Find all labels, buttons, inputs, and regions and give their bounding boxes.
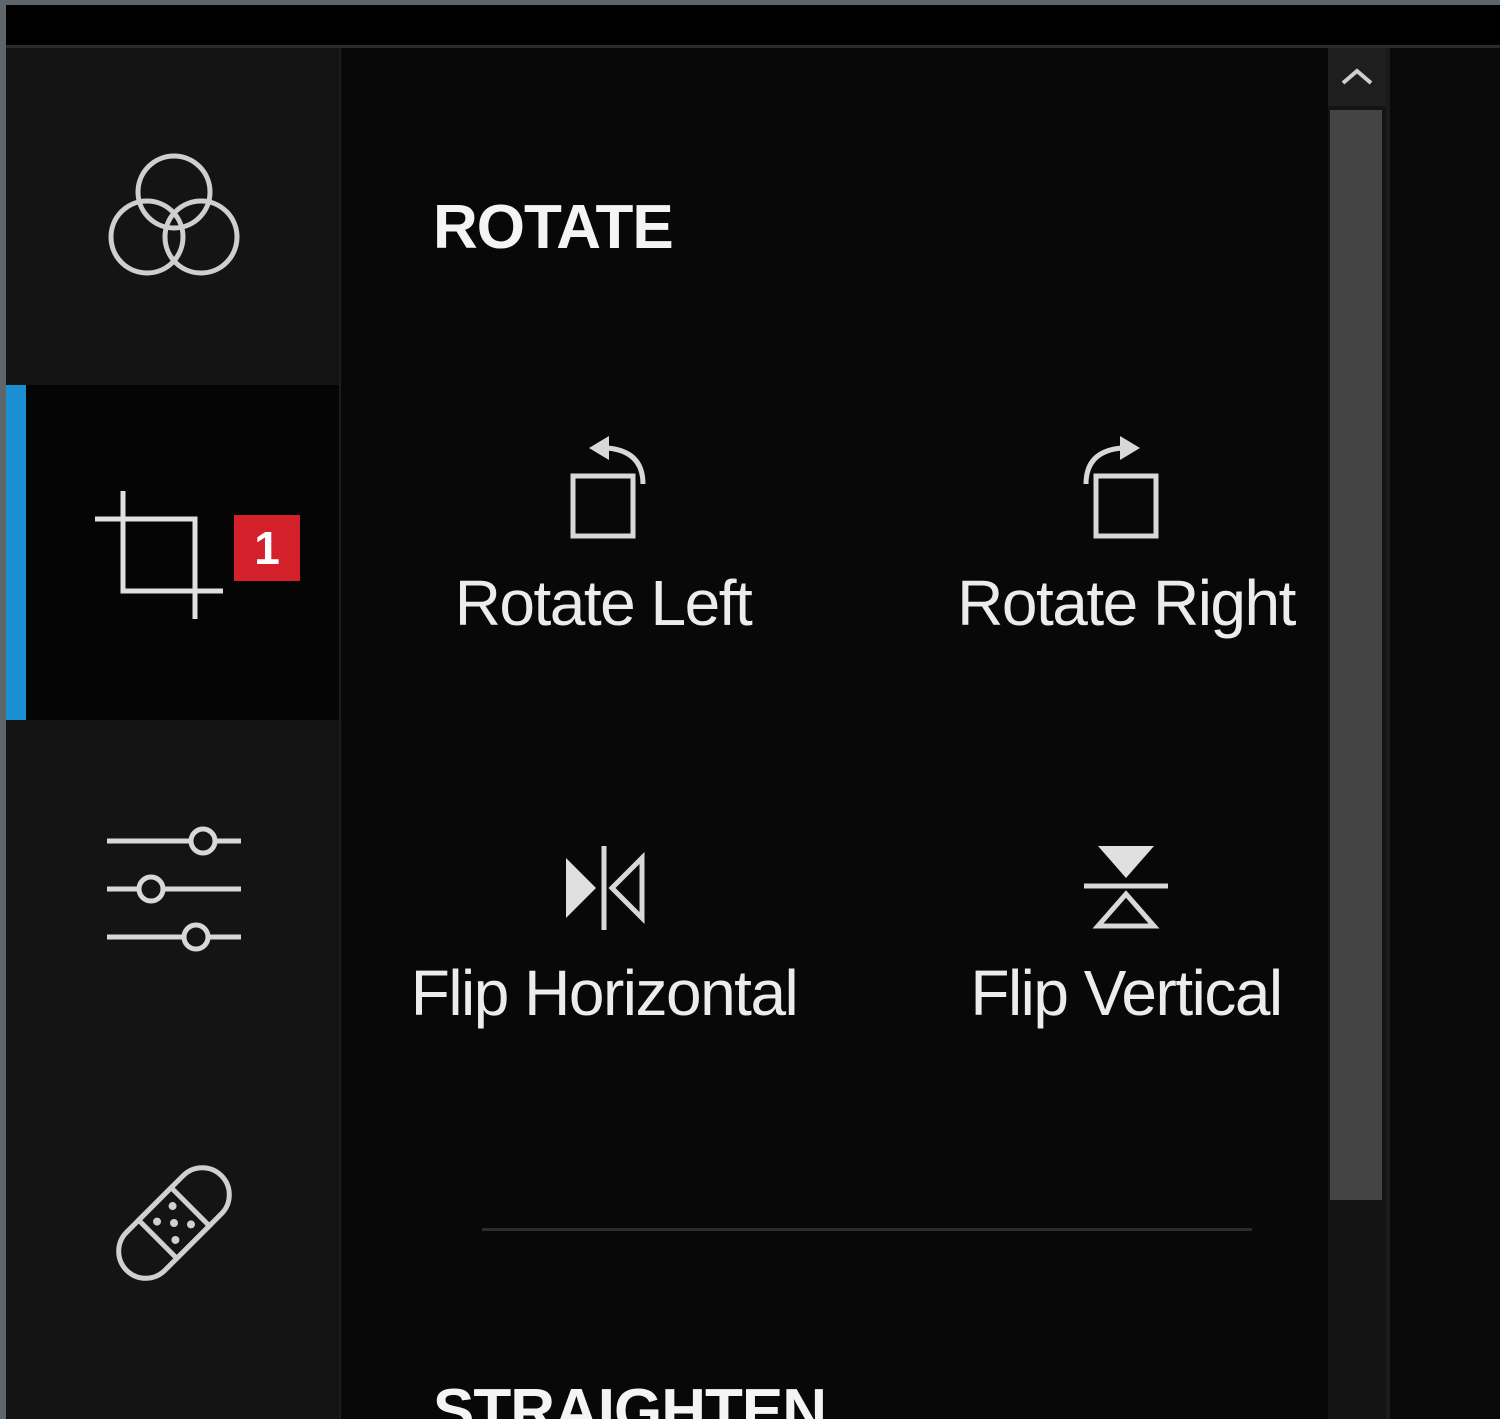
flip-vertical-icon — [1084, 846, 1168, 929]
chevron-up-icon — [1341, 68, 1373, 85]
rotate-right-icon — [1083, 436, 1159, 539]
flip-horizontal-button[interactable]: Flip Horizontal — [369, 838, 839, 1030]
adjust-sliders-icon — [106, 826, 241, 951]
panel-scrollbar[interactable] — [1328, 48, 1386, 1419]
rotate-left-button[interactable]: Rotate Left — [433, 428, 773, 640]
section-title-rotate: ROTATE — [433, 193, 674, 262]
scroll-thumb[interactable] — [1330, 110, 1382, 1200]
rotate-left-icon — [570, 436, 646, 539]
rotate-right-label: Rotate Right — [957, 567, 1296, 639]
canvas-edge-line — [1386, 48, 1390, 1419]
section-title-straighten: STRAIGHTEN — [433, 1377, 827, 1419]
color-icon — [108, 153, 239, 275]
rotate-left-label: Rotate Left — [454, 567, 753, 639]
section-divider — [482, 1228, 1252, 1231]
rotate-right-button[interactable]: Rotate Right — [931, 428, 1321, 640]
rail-item-crop[interactable]: 1 — [6, 385, 341, 720]
crop-rotate-panel: ROTATE Rotate Left Rotate Right Flip Hor… — [341, 48, 1328, 1419]
scroll-up-button[interactable] — [1328, 48, 1386, 106]
canvas-edge — [1386, 48, 1500, 1419]
flip-vertical-button[interactable]: Flip Vertical — [931, 838, 1321, 1030]
flip-horizontal-label: Flip Horizontal — [410, 957, 799, 1029]
rail-item-adjust[interactable] — [6, 720, 341, 1055]
tool-rail: 1 — [6, 48, 341, 1419]
flip-vertical-label: Flip Vertical — [970, 957, 1283, 1029]
crop-icon — [94, 490, 223, 619]
rail-item-heal[interactable] — [6, 1055, 341, 1390]
flip-horizontal-icon — [566, 846, 645, 930]
notification-badge: 1 — [234, 515, 300, 581]
active-indicator — [6, 385, 26, 720]
title-strip — [6, 5, 1500, 45]
rail-item-color[interactable] — [6, 48, 341, 385]
healing-bandage-icon — [115, 1164, 232, 1281]
